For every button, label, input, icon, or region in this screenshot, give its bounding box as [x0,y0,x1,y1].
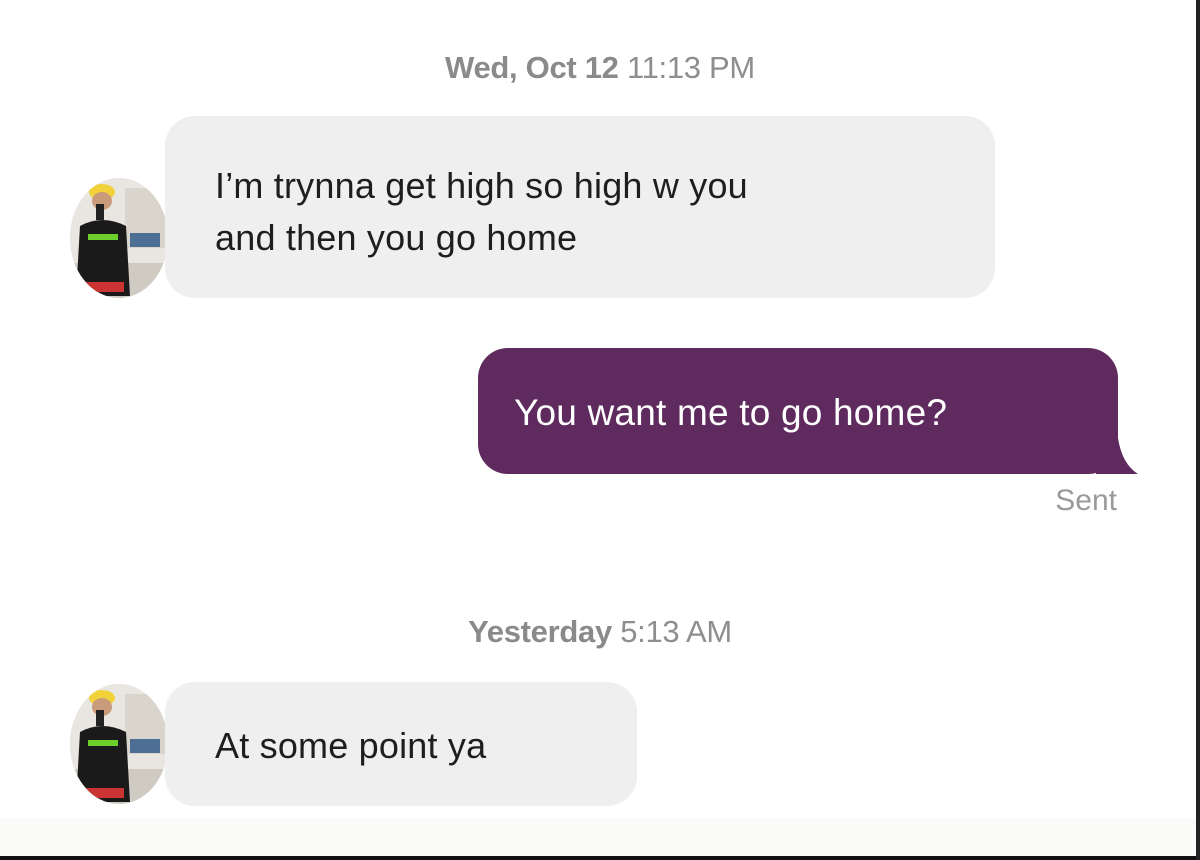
avatar-photo-icon [70,178,168,298]
outgoing-bubble-tail-icon [1096,438,1138,474]
avatar-photo-icon [70,684,168,804]
timestamp-time: 11:13 PM [626,50,755,85]
incoming-message-bubble[interactable]: At some point ya [165,682,637,806]
right-edge-divider [1196,0,1200,860]
chat-screen: Wed, Oct 12 11:13 PM I’m trynna get high… [0,0,1200,860]
timestamp-divider: Wed, Oct 12 11:13 PM [0,50,1200,86]
incoming-message-bubble[interactable]: I’m trynna get high so high w you and th… [165,116,995,298]
bottom-edge-divider [0,856,1200,860]
timestamp-day: Yesterday [468,614,612,649]
bottom-strip [0,818,1200,860]
message-text-line: and then you go home [215,217,578,259]
message-text: You want me to go home? [514,392,948,433]
delivery-status: Sent [1055,484,1117,517]
message-text-line: I’m trynna get high so high w you [215,165,748,206]
outgoing-message-bubble[interactable]: You want me to go home? [478,348,1118,474]
timestamp-time: 5:13 AM [620,614,732,649]
timestamp-divider: Yesterday 5:13 AM [0,614,1200,650]
timestamp-day: Wed, Oct 12 [445,50,619,85]
contact-avatar[interactable] [70,684,168,804]
contact-avatar[interactable] [70,178,168,298]
message-text: At some point ya [215,725,487,766]
